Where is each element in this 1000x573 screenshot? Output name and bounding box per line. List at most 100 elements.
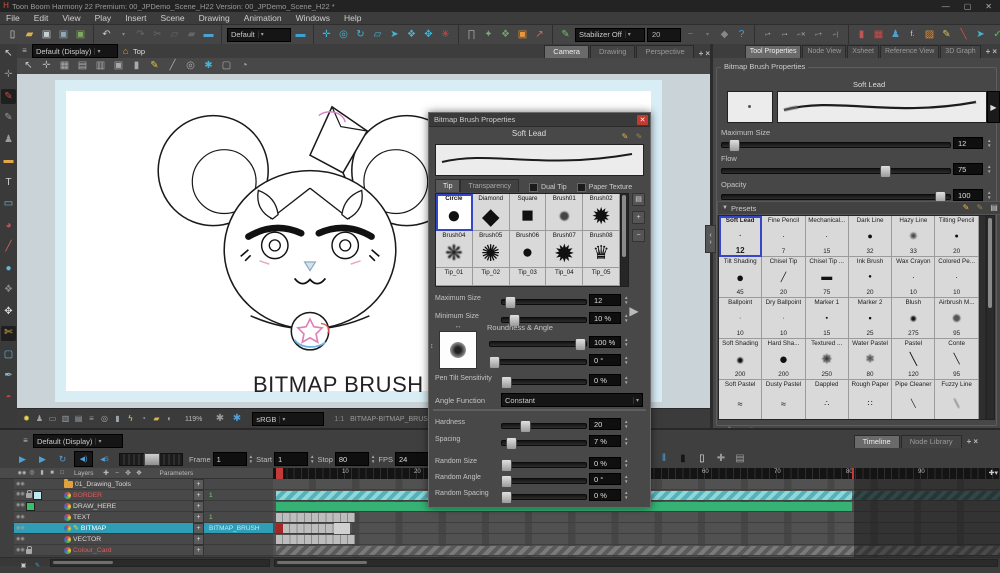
layer-row-border[interactable]: ◉◉BORDER+1 <box>14 490 273 501</box>
cam-lock-icon[interactable]: ▮ <box>129 59 144 74</box>
dialog-title-bar[interactable]: Bitmap Brush Properties <box>429 113 650 127</box>
tip-menu-button[interactable]: ▤ <box>632 193 645 206</box>
grid-cols-icon[interactable]: ▥ <box>60 412 71 427</box>
line-tool[interactable]: ╱ <box>1 240 16 255</box>
dropper-tool[interactable]: ● <box>1 261 16 276</box>
menu-drawing[interactable]: Drawing <box>199 13 230 23</box>
menu-file[interactable]: File <box>6 13 20 23</box>
rotate-icon[interactable]: ◎ <box>336 27 351 42</box>
menu-windows[interactable]: Windows <box>296 13 330 23</box>
tab-tool-properties[interactable]: Tool Properties <box>745 45 802 58</box>
tip-diamond[interactable]: Diamond◆ <box>473 194 510 231</box>
maximum-size-slider[interactable] <box>721 142 951 148</box>
dlg-new-preset-icon[interactable]: ✎ <box>620 129 630 144</box>
preset-airbrush-m[interactable]: Airbrush M...●95 <box>935 298 978 339</box>
cam-rows-icon[interactable]: ▤ <box>75 59 90 74</box>
rename-icon[interactable]: ▬ <box>201 27 216 42</box>
paste-icon[interactable]: ▰ <box>184 27 199 42</box>
layer-lock-icon[interactable] <box>26 549 32 554</box>
tab-node-library[interactable]: Node Library <box>901 435 962 448</box>
cam-pencil-icon[interactable]: ✎ <box>147 59 162 74</box>
tip-options-expand-button[interactable]: ▶ <box>627 296 641 326</box>
maximum-size-slider-handle[interactable] <box>729 139 740 152</box>
preset-pipe-cleaner[interactable]: Pipe Cleaner╲ <box>892 380 935 420</box>
default-dropdown-arrow[interactable]: ▾ <box>258 31 264 38</box>
tip-brush07[interactable]: Brush07✹ <box>546 231 583 268</box>
caret-icon[interactable]: ▾ <box>700 27 715 42</box>
cam-cols-icon[interactable]: ▥ <box>93 59 108 74</box>
random-angle-value[interactable]: 0 ° <box>589 473 621 485</box>
preset-blush[interactable]: Blush●275 <box>892 298 935 339</box>
minimize-button[interactable]: — <box>942 2 950 11</box>
cam-grid-icon[interactable]: ▦ <box>57 59 72 74</box>
cam-gear-icon[interactable]: ✱ <box>201 59 216 74</box>
cam-quarter-icon[interactable]: ◔ <box>237 59 252 74</box>
random-size-value[interactable]: 0 % <box>589 457 621 469</box>
reposition-icon[interactable]: ✥ <box>421 27 436 42</box>
tips-scrollbar[interactable] <box>620 193 629 287</box>
hardness-spinner[interactable]: ▲▼ <box>624 418 628 430</box>
flip-icon[interactable]: ↗ <box>532 27 547 42</box>
angle-value[interactable]: 0 ° <box>589 354 621 366</box>
opacity-slider[interactable] <box>721 194 951 200</box>
presets-header[interactable]: ▼ Presets ✎✎▤ <box>717 201 1000 215</box>
random-size-slider-handle[interactable] <box>501 459 512 472</box>
diamond-icon[interactable]: ◆ <box>717 27 732 42</box>
spacing-value[interactable]: 7 % <box>589 435 621 447</box>
tip-remove-button[interactable]: − <box>632 229 645 242</box>
cam-line-icon[interactable]: ╱ <box>165 59 180 74</box>
hardness-slider[interactable] <box>501 423 587 429</box>
layer-add-parameter-button[interactable]: + <box>193 490 204 501</box>
onion-prev-icon[interactable]: ∏ <box>464 27 479 42</box>
preset-marker-2[interactable]: Marker 2▪25 <box>849 298 892 339</box>
tip-circle[interactable]: Circle● <box>436 194 473 231</box>
marquee-tool[interactable]: ▢ <box>1 347 16 362</box>
preset-dappled[interactable]: Dappled∴ <box>806 380 849 420</box>
random-angle-spinner[interactable]: ▲▼ <box>624 473 628 485</box>
hardness-slider-handle[interactable] <box>520 420 531 433</box>
quill-tool[interactable]: ✒ <box>1 369 16 384</box>
layer-add-parameter-button[interactable]: + <box>193 545 204 556</box>
paint-mode-icon[interactable]: ✎ <box>30 558 45 573</box>
column-insert-icon[interactable]: ⌐| <box>828 27 843 42</box>
random-size-spinner[interactable]: ▲▼ <box>624 457 628 469</box>
cam-box-icon[interactable]: ▣ <box>111 59 126 74</box>
roundness-value[interactable]: 100 % <box>589 336 621 348</box>
tab-perspective[interactable]: Perspective <box>636 45 693 58</box>
random-spacing-slider-handle[interactable] <box>501 491 512 504</box>
frame-input[interactable]: 1 <box>213 452 247 466</box>
select-tool[interactable]: ↖ <box>1 46 16 61</box>
hardness-value[interactable]: 20 <box>589 418 621 430</box>
tip-tip-02[interactable]: Tip_02 <box>473 268 510 286</box>
layer-row-01-drawing-tools[interactable]: ◉◉01_Drawing_Tools+ <box>14 479 273 490</box>
grid-icon[interactable]: ▦ <box>871 27 886 42</box>
stamp-tool[interactable]: ♟ <box>1 132 16 147</box>
layer-add-parameter-button[interactable]: + <box>193 534 204 545</box>
presets-scrollbar-thumb[interactable] <box>988 218 992 308</box>
redo-icon[interactable]: ↷ <box>133 27 148 42</box>
stabilizer-dropdown-arrow[interactable]: ▾ <box>625 31 631 38</box>
preset-ink-brush[interactable]: Ink Brush●20 <box>849 257 892 298</box>
scale-icon[interactable]: ↻ <box>353 27 368 42</box>
undo-menu-icon[interactable]: ▾ <box>116 27 131 42</box>
preset-soft-lead[interactable]: Soft Lead·12 <box>719 216 762 257</box>
dlg-update-preset-icon[interactable]: ✎ <box>634 129 644 144</box>
layer-add-parameter-button[interactable]: + <box>193 501 204 512</box>
flow-value[interactable]: 75 <box>953 163 983 175</box>
random-size-slider[interactable] <box>501 462 587 468</box>
flash-icon[interactable]: ϟ <box>125 412 136 427</box>
preset-dry-ballpoint[interactable]: Dry Ballpoint·10 <box>762 298 805 339</box>
play-button[interactable]: ▶ <box>14 452 31 466</box>
preset-water-pastel[interactable]: Water Pastel✻80 <box>849 339 892 380</box>
presets-scrollbar[interactable] <box>986 215 995 420</box>
tip-square[interactable]: Square■ <box>510 194 547 231</box>
dialog-tab-transparency[interactable]: Transparency <box>460 179 519 192</box>
column-add-icon[interactable]: ⌐+ <box>811 27 826 42</box>
cam-target-icon[interactable]: ◎ <box>183 59 198 74</box>
play-selection-button[interactable]: ▶ <box>34 452 51 466</box>
fps-input[interactable]: 24 <box>395 452 429 466</box>
annotate-icon[interactable]: ✎ <box>939 27 954 42</box>
render-view-icon[interactable]: ▮ <box>854 27 869 42</box>
layer-row-draw-here[interactable]: ◉◉DRAW_HERE+ <box>14 501 273 512</box>
layer-row-vector[interactable]: ◉◉VECTOR+ <box>14 534 273 545</box>
